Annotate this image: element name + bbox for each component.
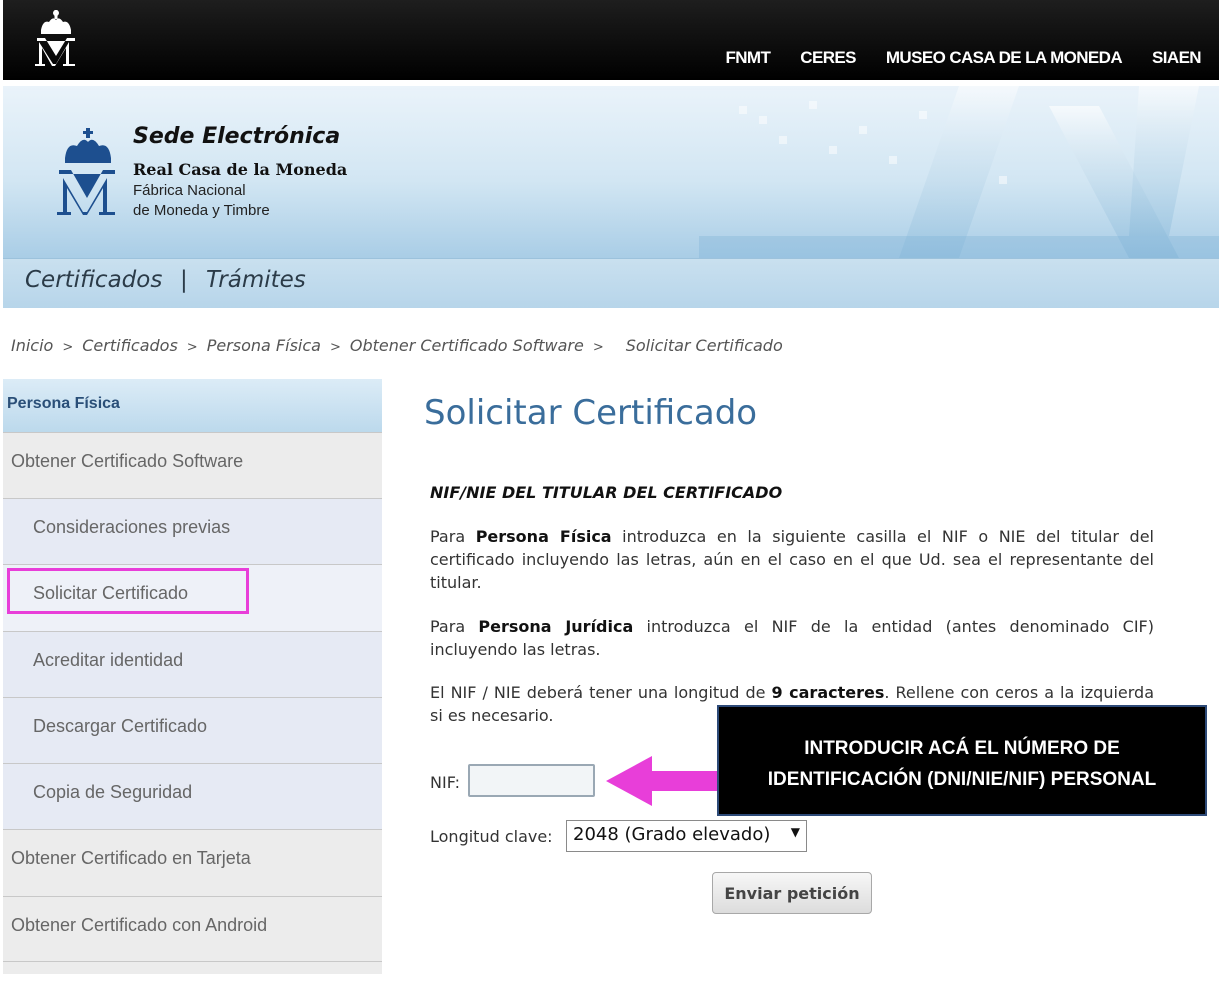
brand-lines: Fábrica Nacional de Moneda y Timbre [133, 181, 270, 221]
sidebar-item-label: Obtener Certificado en Tarjeta [11, 848, 251, 868]
sidebar-header[interactable]: Persona Física [3, 379, 382, 432]
text: El NIF / NIE deberá tener una longitud d… [430, 683, 772, 702]
breadcrumb-sep: > [329, 340, 341, 355]
nav-certificados[interactable]: Certificados [25, 267, 162, 293]
top-nav: FNMT CERES MUSEO CASA DE LA MONEDA SIAEN [725, 48, 1201, 68]
main-nav: Certificados | Trámites [3, 258, 1219, 308]
highlight-box [7, 568, 249, 614]
page: FNMT CERES MUSEO CASA DE LA MONEDA SIAEN [0, 0, 1219, 997]
brand-subtitle: Real Casa de la Moneda [133, 160, 348, 179]
top-bar: FNMT CERES MUSEO CASA DE LA MONEDA SIAEN [3, 0, 1219, 80]
top-nav-museo[interactable]: MUSEO CASA DE LA MONEDA [886, 48, 1123, 68]
sidebar-item-label: Obtener Certificado Software [11, 451, 244, 471]
pointer-arrow-icon [606, 756, 718, 806]
sidebar-item-label: Obtener Certificado con Android [11, 915, 268, 935]
sidebar-item-consideraciones[interactable]: Consideraciones previas [3, 498, 382, 564]
sidebar-item-label: Descargar Certificado [33, 716, 208, 736]
sidebar-item-label: Copia de Seguridad [33, 782, 193, 802]
breadcrumb: Inicio > Certificados > Persona Física > Obten… [11, 336, 783, 355]
nif-input[interactable] [468, 764, 595, 797]
sidebar-item-label: Acreditar identidad [33, 650, 184, 670]
clave-select-value: 2048 (Grado elevado) [573, 824, 771, 845]
sidebar: Persona Física Obtener Certificado Softw… [3, 379, 382, 974]
banner-decoration [699, 86, 1219, 258]
sidebar-item-acreditar[interactable]: Acreditar identidad [3, 631, 382, 697]
clave-label: Longitud clave: [430, 827, 553, 846]
brand-line-2: Fábrica Nacional [133, 182, 246, 199]
annotation-line-1: INTRODUCIR ACÁ EL NÚMERO DE [804, 738, 1120, 759]
breadcrumb-sep: > [186, 340, 198, 355]
brand-title: Sede Electrónica [133, 124, 341, 149]
sidebar-item-descargar[interactable]: Descargar Certificado [3, 697, 382, 763]
sidebar-item-android[interactable]: Obtener Certificado con Android [3, 896, 382, 962]
text: Para [430, 527, 476, 546]
crown-m-brand-logo-icon [57, 128, 115, 215]
bold-text: Persona Jurídica [478, 617, 634, 636]
crown-m-logo-icon[interactable] [31, 8, 81, 68]
nav-tramites[interactable]: Trámites [206, 267, 306, 293]
breadcrumb-sep: > [62, 340, 74, 355]
clave-select[interactable]: 2048 (Grado elevado) ▼ [566, 820, 807, 852]
bold-text: Persona Física [475, 527, 612, 546]
sidebar-item-label: Consideraciones previas [33, 517, 231, 537]
breadcrumb-obtener-software[interactable]: Obtener Certificado Software [350, 336, 584, 355]
breadcrumb-certificados[interactable]: Certificados [82, 336, 178, 355]
breadcrumb-current: Solicitar Certificado [625, 336, 783, 355]
top-nav-fnmt[interactable]: FNMT [725, 48, 770, 68]
breadcrumb-inicio[interactable]: Inicio [11, 336, 53, 355]
paragraph-persona-fisica: Para Persona Física introduzca en la sig… [430, 525, 1154, 594]
top-nav-siaen[interactable]: SIAEN [1152, 48, 1202, 68]
submit-button[interactable]: Enviar petición [712, 872, 872, 914]
nif-label: NIF: [430, 773, 461, 792]
header-banner: Sede Electrónica Real Casa de la Moneda … [3, 86, 1219, 258]
sidebar-item-obtener-software[interactable]: Obtener Certificado Software [3, 432, 382, 498]
sidebar-header-label: Persona Física [7, 395, 120, 412]
nav-separator: | [180, 267, 188, 293]
text: Para [430, 617, 479, 636]
annotation-line-2: IDENTIFICACIÓN (DNI/NIE/NIF) PERSONAL [767, 769, 1157, 790]
breadcrumb-persona-fisica[interactable]: Persona Física [207, 336, 321, 355]
brand-line-3: de Moneda y Timbre [133, 202, 270, 219]
page-title: Solicitar Certificado [424, 393, 758, 433]
sidebar-item-copia[interactable]: Copia de Seguridad [3, 763, 382, 829]
section-heading: NIF/NIE DEL TITULAR DEL CERTIFICADO [430, 483, 783, 502]
annotation-callout: INTRODUCIR ACÁ EL NÚMERO DE IDENTIFICACI… [717, 705, 1207, 816]
paragraph-persona-juridica: Para Persona Jurídica introduzca el NIF … [430, 615, 1154, 661]
breadcrumb-sep: > [592, 340, 604, 355]
dropdown-arrow-icon: ▼ [790, 825, 800, 839]
top-nav-ceres[interactable]: CERES [800, 48, 856, 68]
sidebar-item-tarjeta[interactable]: Obtener Certificado en Tarjeta [3, 829, 382, 896]
bold-text: 9 caracteres [771, 683, 885, 702]
